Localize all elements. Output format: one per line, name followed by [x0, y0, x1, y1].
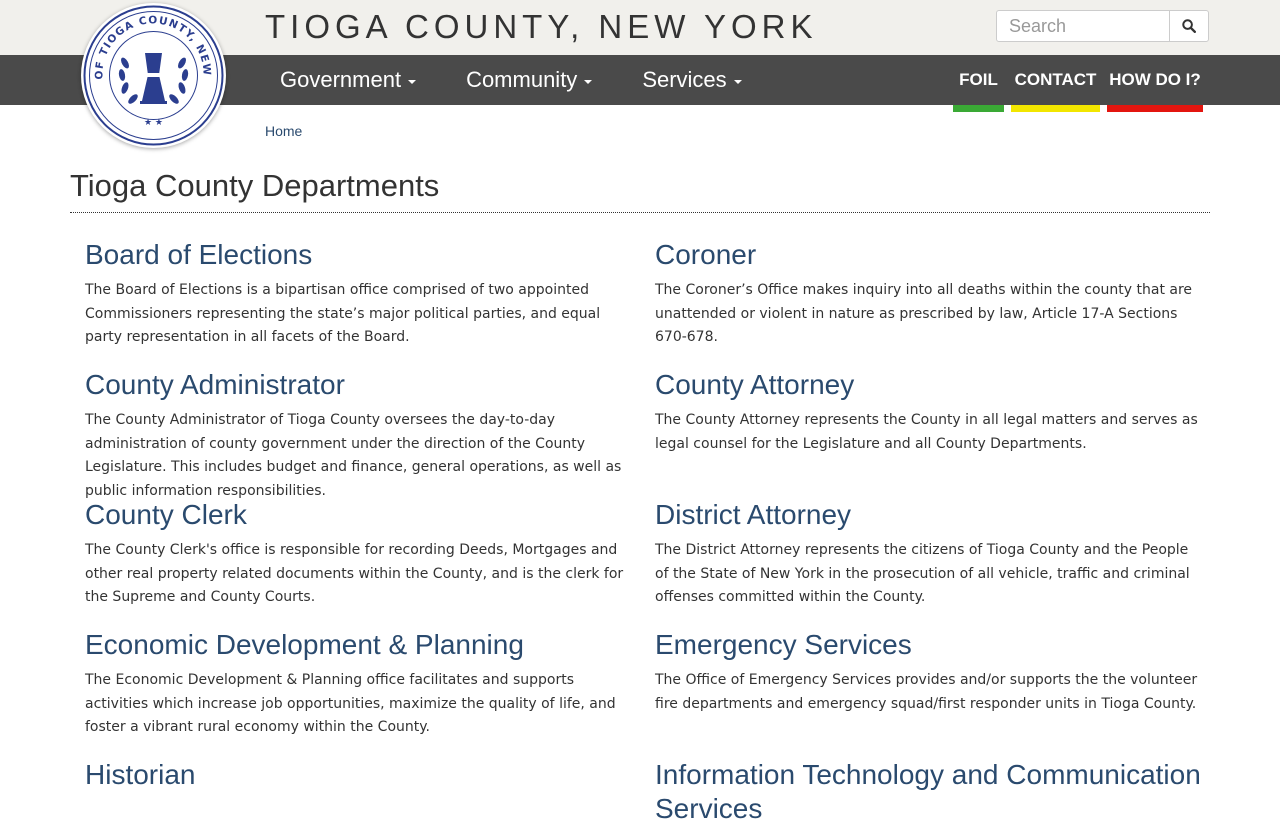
county-seal-logo[interactable]: SEAL OF TIOGA COUNTY, NEW YORK ★ ★	[76, 0, 226, 148]
department-description: The District Attorney represents the cit…	[655, 542, 1190, 605]
department-description: The County Clerk's office is responsible…	[85, 542, 624, 605]
department-item: County Attorney The County Attorney repr…	[655, 368, 1200, 456]
department-description: The Economic Development & Planning offi…	[85, 672, 616, 735]
department-item: Historian	[85, 758, 630, 792]
department-item: Coroner The Coroner’s Office makes inqui…	[655, 238, 1200, 350]
department-link[interactable]: Board of Elections	[85, 238, 630, 272]
department-description: The Coroner’s Office makes inquiry into …	[655, 282, 1193, 345]
caret-down-icon	[584, 79, 593, 84]
nav-services[interactable]: Services	[624, 55, 759, 105]
department-item: Emergency Services The Office of Emergen…	[655, 628, 1200, 716]
department-item: Board of Elections The Board of Election…	[85, 238, 630, 350]
department-item: County Clerk The County Clerk's office i…	[85, 498, 630, 610]
department-description: The Office of Emergency Services provide…	[655, 672, 1198, 712]
primary-nav: Government Community Services	[262, 55, 774, 105]
department-link[interactable]: County Administrator	[85, 368, 630, 402]
contact-accent-bar	[1011, 105, 1100, 112]
search-box	[996, 10, 1209, 42]
department-link[interactable]: Information Technology and Communication…	[655, 758, 1215, 826]
search-icon	[1182, 19, 1196, 33]
department-link[interactable]: District Attorney	[655, 498, 1200, 532]
department-link[interactable]: County Clerk	[85, 498, 630, 532]
page-title: Tioga County Departments	[70, 168, 440, 203]
search-input[interactable]	[997, 11, 1169, 41]
department-description: The Board of Elections is a bipartisan o…	[85, 282, 601, 345]
nav-government-label: Government	[280, 67, 402, 92]
department-link[interactable]: Historian	[85, 758, 630, 792]
department-item: District Attorney The District Attorney …	[655, 498, 1200, 610]
how-do-i-accent-bar	[1107, 105, 1203, 112]
caret-down-icon	[408, 79, 417, 84]
department-description: The County Administrator of Tioga County…	[85, 412, 622, 499]
contact-link[interactable]: CONTACT	[1011, 55, 1100, 112]
seal-emblem: SEAL OF TIOGA COUNTY, NEW YORK ★ ★	[76, 0, 224, 146]
nav-community-label: Community	[466, 67, 578, 92]
foil-accent-bar	[953, 105, 1004, 112]
nav-government[interactable]: Government	[262, 55, 434, 105]
how-do-i-link[interactable]: HOW DO I?	[1107, 55, 1203, 112]
department-link[interactable]: Emergency Services	[655, 628, 1200, 662]
how-do-i-label: HOW DO I?	[1109, 70, 1201, 89]
nav-community[interactable]: Community	[448, 55, 610, 105]
svg-text:★ ★: ★ ★	[144, 118, 163, 128]
department-item: Information Technology and Communication…	[655, 758, 1215, 826]
department-link[interactable]: County Attorney	[655, 368, 1200, 402]
site-title: TIOGA COUNTY, NEW YORK	[265, 8, 818, 45]
search-button[interactable]	[1169, 11, 1208, 41]
breadcrumb: Home	[265, 123, 302, 139]
department-description: The County Attorney represents the Count…	[655, 412, 1198, 452]
department-link[interactable]: Economic Development & Planning	[85, 628, 630, 662]
department-link[interactable]: Coroner	[655, 238, 1200, 272]
foil-link[interactable]: FOIL	[953, 55, 1004, 112]
contact-label: CONTACT	[1014, 70, 1097, 89]
breadcrumb-home[interactable]: Home	[265, 123, 302, 139]
department-item: County Administrator The County Administ…	[85, 368, 630, 503]
title-divider	[70, 212, 1210, 213]
foil-label: FOIL	[959, 70, 998, 89]
department-item: Economic Development & Planning The Econ…	[85, 628, 630, 740]
caret-down-icon	[733, 79, 742, 84]
nav-services-label: Services	[642, 67, 727, 92]
